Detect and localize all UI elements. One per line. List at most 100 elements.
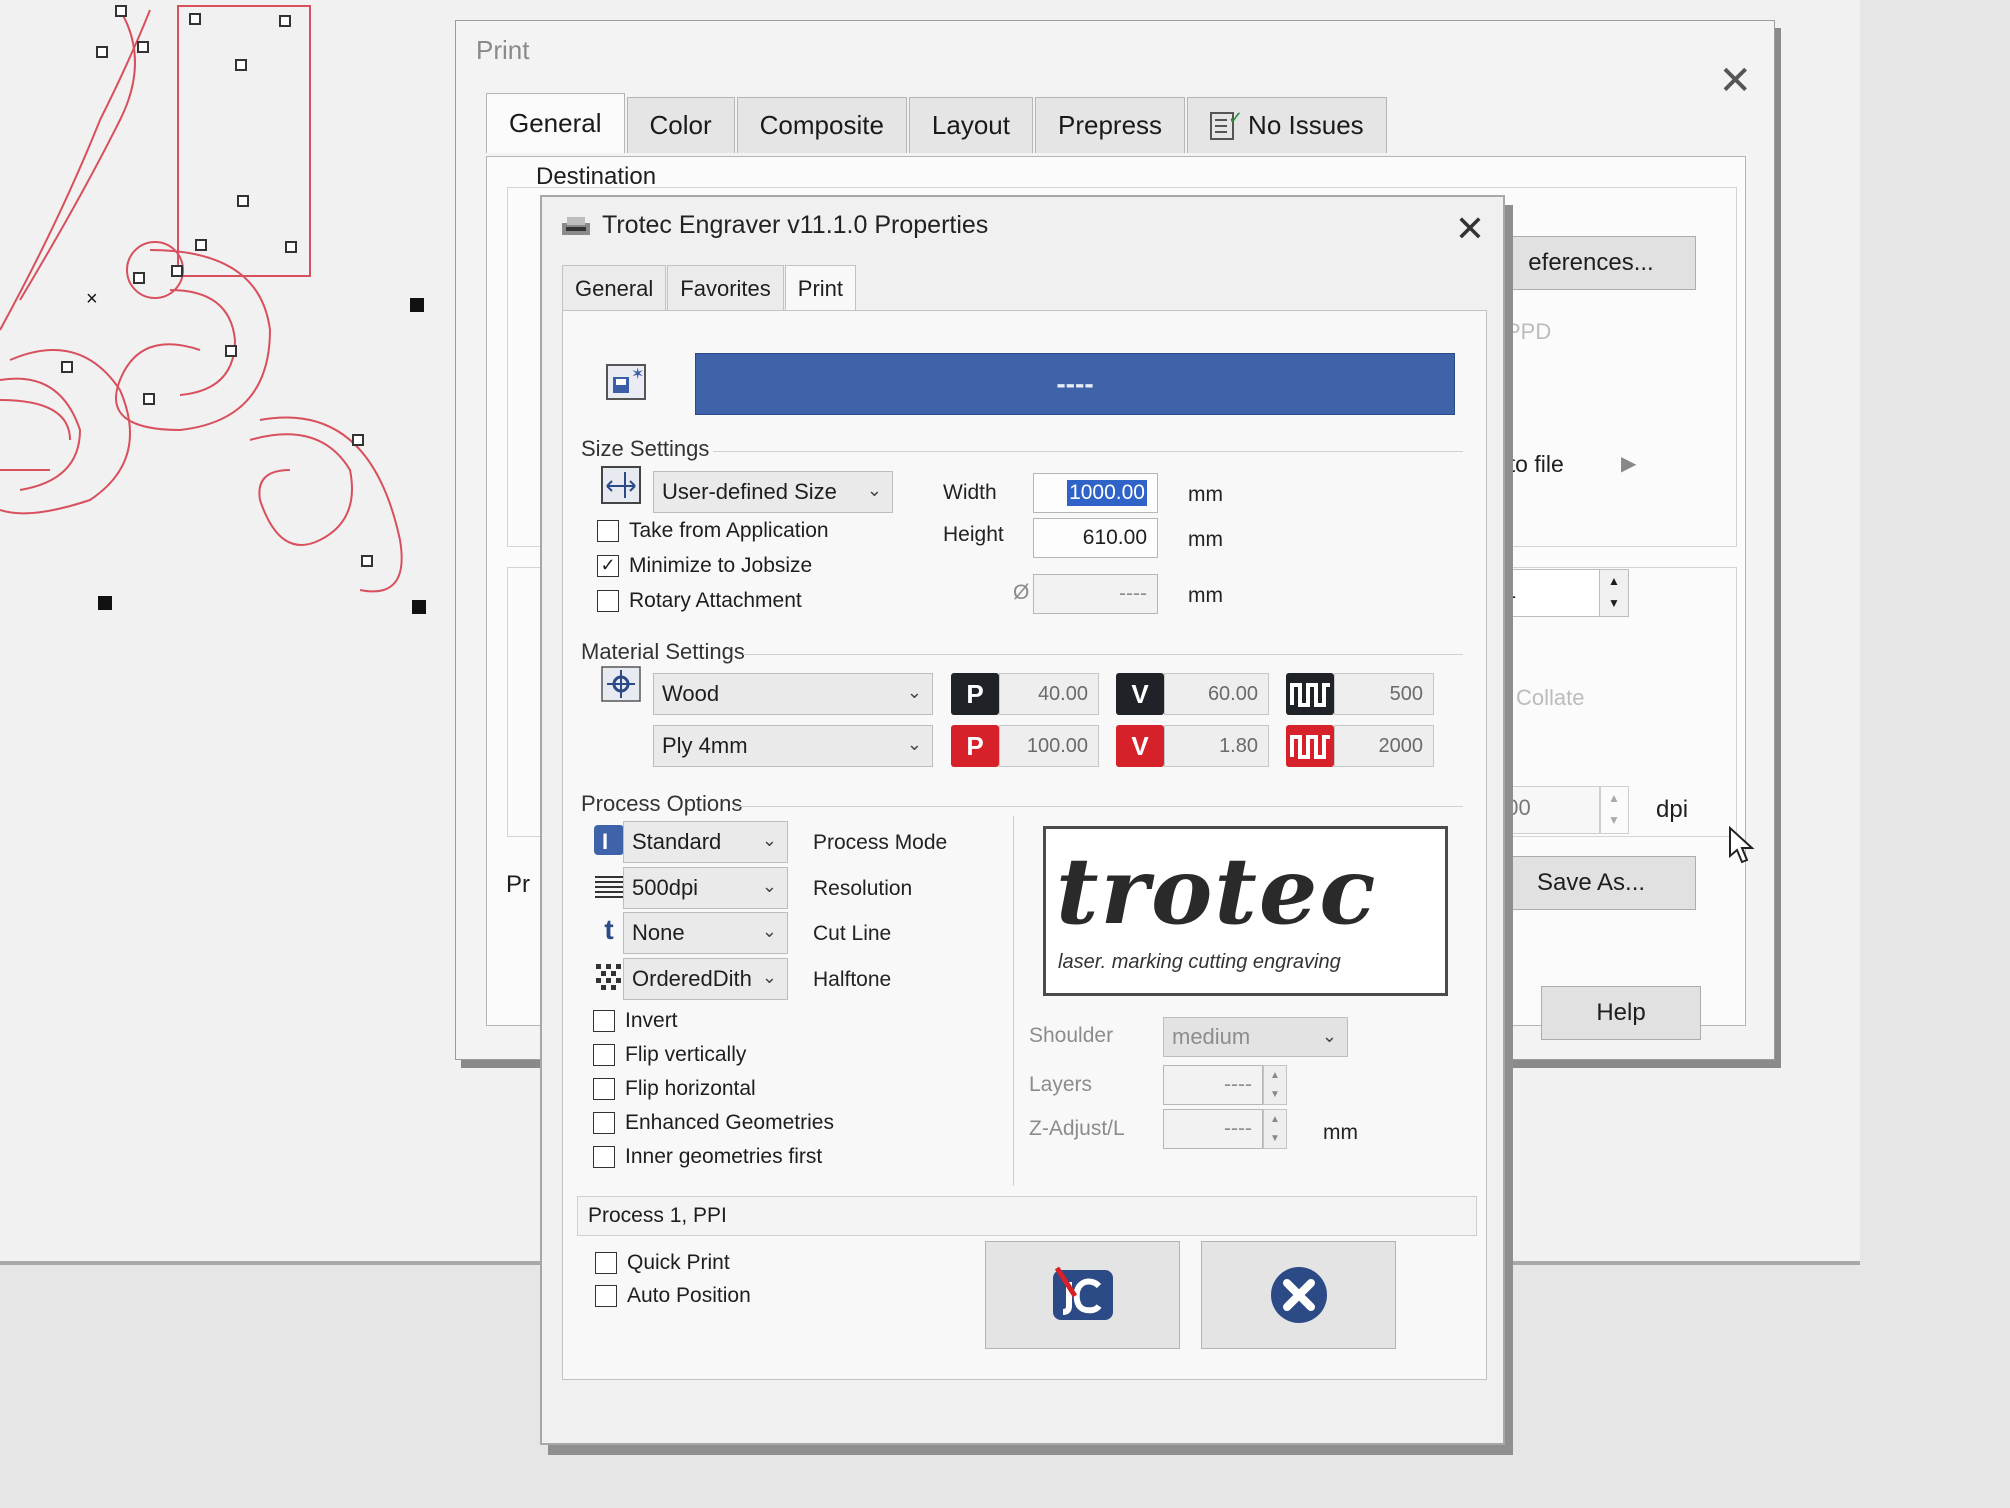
diameter-input[interactable]: ---- bbox=[1033, 574, 1158, 614]
material-subtype-value: Ply 4mm bbox=[662, 733, 748, 758]
flip-horizontal-row[interactable]: Flip horizontal bbox=[593, 1077, 756, 1101]
z-adjust-unit: mm bbox=[1323, 1121, 1358, 1144]
minimize-to-jobsize-row[interactable]: ✓ Minimize to Jobsize bbox=[597, 554, 812, 578]
job-name-bar[interactable]: ---- bbox=[695, 353, 1455, 415]
play-arrow-icon[interactable]: ▶ bbox=[1621, 451, 1636, 476]
save-as-button[interactable]: Save As... bbox=[1486, 856, 1696, 910]
collate-label: Collate bbox=[1516, 685, 1585, 710]
inner-geometries-first-checkbox[interactable] bbox=[593, 1146, 615, 1168]
dpi-spinner[interactable]: ▲ ▼ bbox=[1599, 786, 1629, 834]
chevron-down-icon: ⌄ bbox=[761, 876, 777, 896]
pr-label: Pr bbox=[506, 871, 530, 898]
size-settings-label: Size Settings bbox=[581, 436, 710, 461]
process-mode-icon: I bbox=[594, 825, 624, 855]
cut-line-dropdown[interactable]: None ⌄ bbox=[623, 912, 788, 954]
process-mode-label: Process Mode bbox=[813, 831, 948, 854]
flip-vertically-checkbox[interactable] bbox=[593, 1044, 615, 1066]
trotec-tab-bar: General Favorites Print bbox=[562, 265, 857, 311]
print-to-file-label[interactable]: t to file bbox=[1496, 451, 1564, 478]
layers-spinner[interactable]: ▲ ▼ bbox=[1263, 1065, 1287, 1105]
z-adjust-spinner[interactable]: ▲ ▼ bbox=[1263, 1109, 1287, 1149]
material-subtype-dropdown[interactable]: Ply 4mm ⌄ bbox=[653, 725, 933, 767]
rotary-attachment-checkbox[interactable] bbox=[597, 590, 619, 612]
resolution-dropdown[interactable]: 500dpi ⌄ bbox=[623, 867, 788, 909]
tab-color[interactable]: Color bbox=[626, 97, 735, 153]
chevron-down-icon: ⌄ bbox=[761, 967, 777, 987]
auto-position-row[interactable]: Auto Position bbox=[595, 1284, 751, 1308]
z-adjust-input[interactable]: ---- bbox=[1163, 1109, 1263, 1149]
resolution-label: Resolution bbox=[813, 877, 913, 900]
layers-label: Layers bbox=[1029, 1073, 1093, 1096]
send-to-jobcontrol-button[interactable] bbox=[985, 1241, 1180, 1349]
trotec-logo: trotec laser. marking cutting engraving bbox=[1043, 826, 1448, 996]
take-from-application-row[interactable]: Take from Application bbox=[597, 519, 829, 543]
tab-prepress[interactable]: Prepress bbox=[1035, 97, 1186, 153]
halftone-value: OrderedDith bbox=[632, 966, 752, 991]
rotary-attachment-row[interactable]: Rotary Attachment bbox=[597, 589, 802, 613]
close-icon[interactable]: ✕ bbox=[1455, 211, 1485, 247]
process-mode-value: Standard bbox=[632, 829, 722, 854]
mouse-cursor-icon bbox=[1729, 826, 1755, 864]
tab-general[interactable]: General bbox=[562, 265, 667, 311]
cancel-x-icon bbox=[1270, 1267, 1327, 1323]
enhanced-geometries-checkbox[interactable] bbox=[593, 1112, 615, 1134]
copies-spinner[interactable]: ▲ ▼ bbox=[1599, 569, 1629, 617]
tab-layout[interactable]: Layout bbox=[908, 97, 1033, 153]
minimize-to-jobsize-checkbox[interactable]: ✓ bbox=[597, 555, 619, 577]
dialog-title: Trotec Engraver v11.1.0 Properties bbox=[602, 211, 989, 239]
flip-horizontal-label: Flip horizontal bbox=[625, 1077, 756, 1100]
process-mode-dropdown[interactable]: Standard ⌄ bbox=[623, 821, 788, 863]
material-dropdown[interactable]: Wood ⌄ bbox=[653, 673, 933, 715]
section-divider bbox=[743, 654, 1463, 655]
velocity-engrave-icon: V bbox=[1116, 673, 1164, 715]
take-from-application-label: Take from Application bbox=[629, 519, 829, 542]
cut-line-icon: t bbox=[604, 914, 614, 945]
print-close-icon[interactable]: ✕ bbox=[1718, 61, 1752, 101]
inner-geometries-first-label: Inner geometries first bbox=[625, 1145, 823, 1168]
tab-favorites[interactable]: Favorites bbox=[667, 265, 784, 311]
tab-general[interactable]: General bbox=[486, 93, 625, 153]
auto-position-checkbox[interactable] bbox=[595, 1285, 617, 1307]
invert-label: Invert bbox=[625, 1009, 678, 1032]
issues-checklist-icon: ✓ bbox=[1210, 108, 1243, 140]
shoulder-dropdown[interactable]: medium ⌄ bbox=[1163, 1017, 1348, 1057]
flip-vertically-row[interactable]: Flip vertically bbox=[593, 1043, 746, 1067]
tab-no-issues[interactable]: ✓ No Issues bbox=[1187, 97, 1387, 153]
quick-print-row[interactable]: Quick Print bbox=[595, 1251, 730, 1275]
tab-composite[interactable]: Composite bbox=[736, 97, 907, 153]
material-value: Wood bbox=[662, 681, 720, 706]
chevron-down-icon: ⌄ bbox=[1321, 1026, 1337, 1046]
height-unit: mm bbox=[1188, 528, 1223, 551]
frequency-cut-icon bbox=[1286, 725, 1334, 767]
preferences-button[interactable]: eferences... bbox=[1486, 236, 1696, 290]
size-mode-dropdown[interactable]: User-defined Size ⌄ bbox=[653, 471, 893, 513]
help-button[interactable]: Help bbox=[1541, 986, 1701, 1040]
frequency-engrave-value[interactable]: 500 bbox=[1334, 673, 1434, 715]
diameter-icon: Ø bbox=[1013, 581, 1030, 604]
size-arrows-icon bbox=[601, 466, 641, 504]
cut-line-label: Cut Line bbox=[813, 922, 892, 945]
rotary-attachment-label: Rotary Attachment bbox=[629, 589, 802, 612]
inner-geometries-first-row[interactable]: Inner geometries first bbox=[593, 1145, 822, 1169]
save-favorite-icon[interactable]: ✶ bbox=[605, 363, 647, 401]
enhanced-geometries-row[interactable]: Enhanced Geometries bbox=[593, 1111, 834, 1135]
copies-input[interactable]: 1 bbox=[1491, 569, 1601, 617]
frequency-cut-value[interactable]: 2000 bbox=[1334, 725, 1434, 767]
power-cut-value[interactable]: 100.00 bbox=[999, 725, 1099, 767]
velocity-engrave-value[interactable]: 60.00 bbox=[1164, 673, 1269, 715]
velocity-cut-value[interactable]: 1.80 bbox=[1164, 725, 1269, 767]
halftone-dropdown[interactable]: OrderedDith ⌄ bbox=[623, 958, 788, 1000]
height-input[interactable]: 610.00 bbox=[1033, 518, 1158, 558]
quick-print-checkbox[interactable] bbox=[595, 1252, 617, 1274]
take-from-application-checkbox[interactable] bbox=[597, 520, 619, 542]
flip-horizontal-checkbox[interactable] bbox=[593, 1078, 615, 1100]
power-engrave-value[interactable]: 40.00 bbox=[999, 673, 1099, 715]
invert-row[interactable]: Invert bbox=[593, 1009, 678, 1033]
width-input[interactable]: 1000.00 bbox=[1033, 473, 1158, 513]
layers-input[interactable]: ---- bbox=[1163, 1065, 1263, 1105]
material-database-icon[interactable] bbox=[601, 666, 641, 702]
print-tab-bar: General Color Composite Layout Prepress … bbox=[486, 93, 1389, 157]
invert-checkbox[interactable] bbox=[593, 1010, 615, 1032]
tab-print[interactable]: Print bbox=[784, 265, 857, 311]
cancel-button[interactable] bbox=[1201, 1241, 1396, 1349]
